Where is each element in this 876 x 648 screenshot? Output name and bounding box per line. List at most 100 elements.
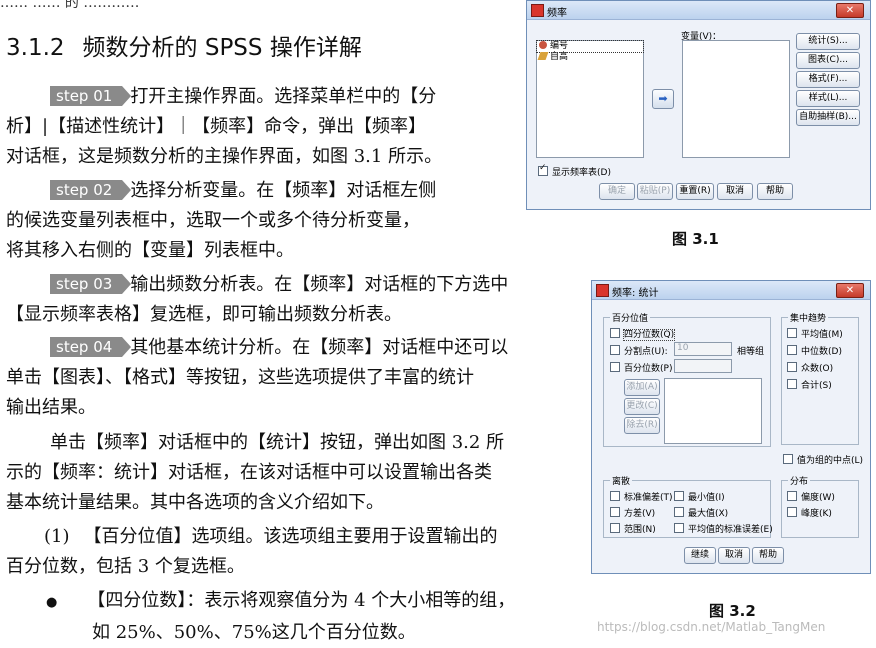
show-frequency-table-checkbox[interactable]: 显示频率表(D) [538, 163, 611, 178]
section-heading: 3.1.2 频数分析的 SPSS 操作详解 [6, 28, 362, 62]
scale-icon [537, 52, 549, 60]
mean-checkbox[interactable]: 平均值(M) [787, 327, 843, 340]
median-checkbox[interactable]: 中位数(D) [787, 344, 842, 357]
equal-groups-label: 相等组 [737, 347, 765, 357]
style-button[interactable]: 样式(L)... [796, 90, 860, 107]
distribution-group: 分布 偏度(W) 峰度(K) [781, 474, 859, 538]
remove-button[interactable]: 除去(R) [624, 417, 660, 434]
cut-points-input[interactable]: 10 [674, 342, 732, 356]
target-variable-list[interactable] [682, 40, 790, 158]
variance-checkbox[interactable]: 方差(V) [610, 506, 655, 519]
std-error-mean-checkbox[interactable]: 平均值的标准误差(E) [674, 522, 773, 535]
paste-button[interactable]: 粘贴(P) [637, 183, 673, 200]
percentiles-checkbox[interactable]: 百分位数(P) [610, 361, 672, 374]
text-line: 其他基本统计分析。在【频率】对话框中还可以 [130, 337, 509, 358]
move-right-arrow-icon[interactable]: ➡ [652, 89, 674, 109]
checkbox-label: 合计(S) [801, 381, 832, 391]
reset-button[interactable]: 重置(R) [676, 183, 714, 200]
std-deviation-checkbox[interactable]: 标准偏差(T) [610, 490, 673, 503]
text-line: 打开主操作界面。选择菜单栏中的【分 [130, 86, 437, 107]
mode-checkbox[interactable]: 众数(O) [787, 361, 833, 374]
checkbox-label: 显示频率表(D) [552, 168, 611, 178]
format-button[interactable]: 格式(F)... [796, 71, 860, 88]
step-04-paragraph: step 04 其他基本统计分析。在【频率】对话框中还可以 单击【图表】、【格式】… [6, 333, 508, 423]
checkbox-icon[interactable] [610, 523, 620, 533]
text-line: 输出频数分析表。在【频率】对话框的下方选中 [130, 274, 509, 295]
cancel-button[interactable]: 取消 [717, 183, 753, 200]
checkbox-icon[interactable] [783, 454, 793, 464]
group-label: 离散 [610, 474, 633, 487]
minimum-checkbox[interactable]: 最小值(I) [674, 490, 725, 503]
checkbox-icon[interactable] [610, 507, 620, 517]
text-line: 输出结果。 [6, 397, 96, 418]
variable-item[interactable]: 自高 [537, 52, 643, 63]
checkbox-icon[interactable] [610, 491, 620, 501]
percentile-list[interactable] [664, 378, 762, 444]
sum-checkbox[interactable]: 合计(S) [787, 378, 832, 391]
section-title: 频数分析的 SPSS 操作详解 [82, 35, 362, 61]
checkbox-icon[interactable] [610, 328, 620, 338]
checkbox-icon[interactable] [787, 507, 797, 517]
group-midpoints-checkbox[interactable]: 值为组的中点(L) [783, 453, 863, 466]
kurtosis-checkbox[interactable]: 峰度(K) [787, 506, 832, 519]
step-03-paragraph: step 03 输出频数分析表。在【频率】对话框的下方选中 【显示频率表格】复选框… [6, 270, 508, 330]
nominal-icon [539, 41, 547, 49]
help-button[interactable]: 帮助 [757, 183, 793, 200]
intro-paragraph: 单击【频率】对话框中的【统计】按钮，弹出如图 3.2 所 示的【频率：统计】对话… [6, 428, 504, 518]
range-checkbox[interactable]: 范围(N) [610, 522, 656, 535]
checkbox-label: 标准偏差(T) [624, 493, 673, 503]
charts-button[interactable]: 图表(C)... [796, 52, 860, 69]
checkbox-label: 中位数(D) [801, 347, 842, 357]
skewness-checkbox[interactable]: 偏度(W) [787, 490, 835, 503]
checkbox-label: 偏度(W) [801, 493, 835, 503]
checkbox-icon[interactable] [674, 507, 684, 517]
checkbox-label: 最大值(X) [688, 509, 729, 519]
text-line: 析】|【描述性统计】｜【频率】命令，弹出【频率】 [6, 116, 427, 137]
figure-3-2-caption: 图 3.2 [709, 602, 756, 620]
percentiles-input[interactable] [674, 359, 732, 373]
frequencies-dialog: 频率 ✕ 编号 自高 变量(V)： ➡ 统计(S)... 图表(C)... 格式… [526, 0, 871, 210]
text-line: 基本统计量结果。其中各选项的含义介绍如下。 [6, 492, 384, 513]
title-bar: 频率 ✕ [527, 1, 870, 20]
cancel-button[interactable]: 取消 [718, 547, 750, 564]
variable-item[interactable]: 编号 [536, 40, 644, 53]
close-button[interactable]: ✕ [836, 3, 864, 18]
continue-button[interactable]: 继续 [684, 547, 716, 564]
title-bar: 频率: 统计 ✕ [592, 281, 870, 300]
add-button[interactable]: 添加(A) [624, 379, 660, 396]
text-line: 单击【频率】对话框中的【统计】按钮，弹出如图 3.2 所 [50, 432, 505, 453]
quartiles-checkbox[interactable]: 四分位数(Q) [610, 327, 676, 341]
close-button[interactable]: ✕ [836, 283, 864, 298]
ok-button[interactable]: 确定 [599, 183, 635, 200]
bootstrap-button[interactable]: 自助抽样(B)... [796, 109, 860, 126]
variable-label: 自高 [550, 52, 569, 62]
step-badge: step 01 [50, 86, 132, 106]
maximum-checkbox[interactable]: 最大值(X) [674, 506, 728, 519]
checkbox-icon[interactable] [787, 491, 797, 501]
checkbox-label: 方差(V) [624, 509, 656, 519]
checkbox-label: 范围(N) [624, 525, 656, 535]
checkbox-icon[interactable] [674, 491, 684, 501]
checkbox-icon[interactable] [787, 345, 797, 355]
checkbox-label: 平均值的标准误差(E) [688, 525, 773, 535]
dispersion-group: 离散 标准偏差(T) 方差(V) 范围(N) 最小值(I) 最大值(X) 平均值… [603, 474, 773, 538]
text-line: 百分位数，包括 3 个复选框。 [6, 556, 245, 577]
source-variable-list[interactable]: 编号 自高 [536, 40, 644, 158]
text-line: 将其移入右侧的【变量】列表框中。 [6, 240, 294, 261]
help-button[interactable]: 帮助 [752, 547, 784, 564]
checkbox-icon[interactable] [787, 362, 797, 372]
statistics-button[interactable]: 统计(S)... [796, 33, 860, 50]
checkbox-icon[interactable] [674, 523, 684, 533]
checkbox-icon[interactable] [610, 345, 620, 355]
checkbox-label: 众数(O) [801, 364, 834, 374]
checkbox-checked-icon[interactable] [538, 163, 548, 176]
text-line: 【显示频率表格】复选框，即可输出频数分析表。 [6, 304, 402, 325]
change-button[interactable]: 更改(C) [624, 398, 660, 415]
checkbox-icon[interactable] [787, 379, 797, 389]
checkbox-icon[interactable] [610, 362, 620, 372]
checkbox-icon[interactable] [787, 328, 797, 338]
percentile-values-group: 百分位值 四分位数(Q) 分割点(U): 10 相等组 百分位数(P) 添加(A… [603, 311, 771, 447]
cut-points-checkbox[interactable]: 分割点(U): [610, 344, 668, 357]
central-tendency-group: 集中趋势 平均值(M) 中位数(D) 众数(O) 合计(S) [781, 311, 859, 445]
text-line: 示的【频率：统计】对话框，在该对话框中可以设置输出各类 [6, 462, 492, 483]
